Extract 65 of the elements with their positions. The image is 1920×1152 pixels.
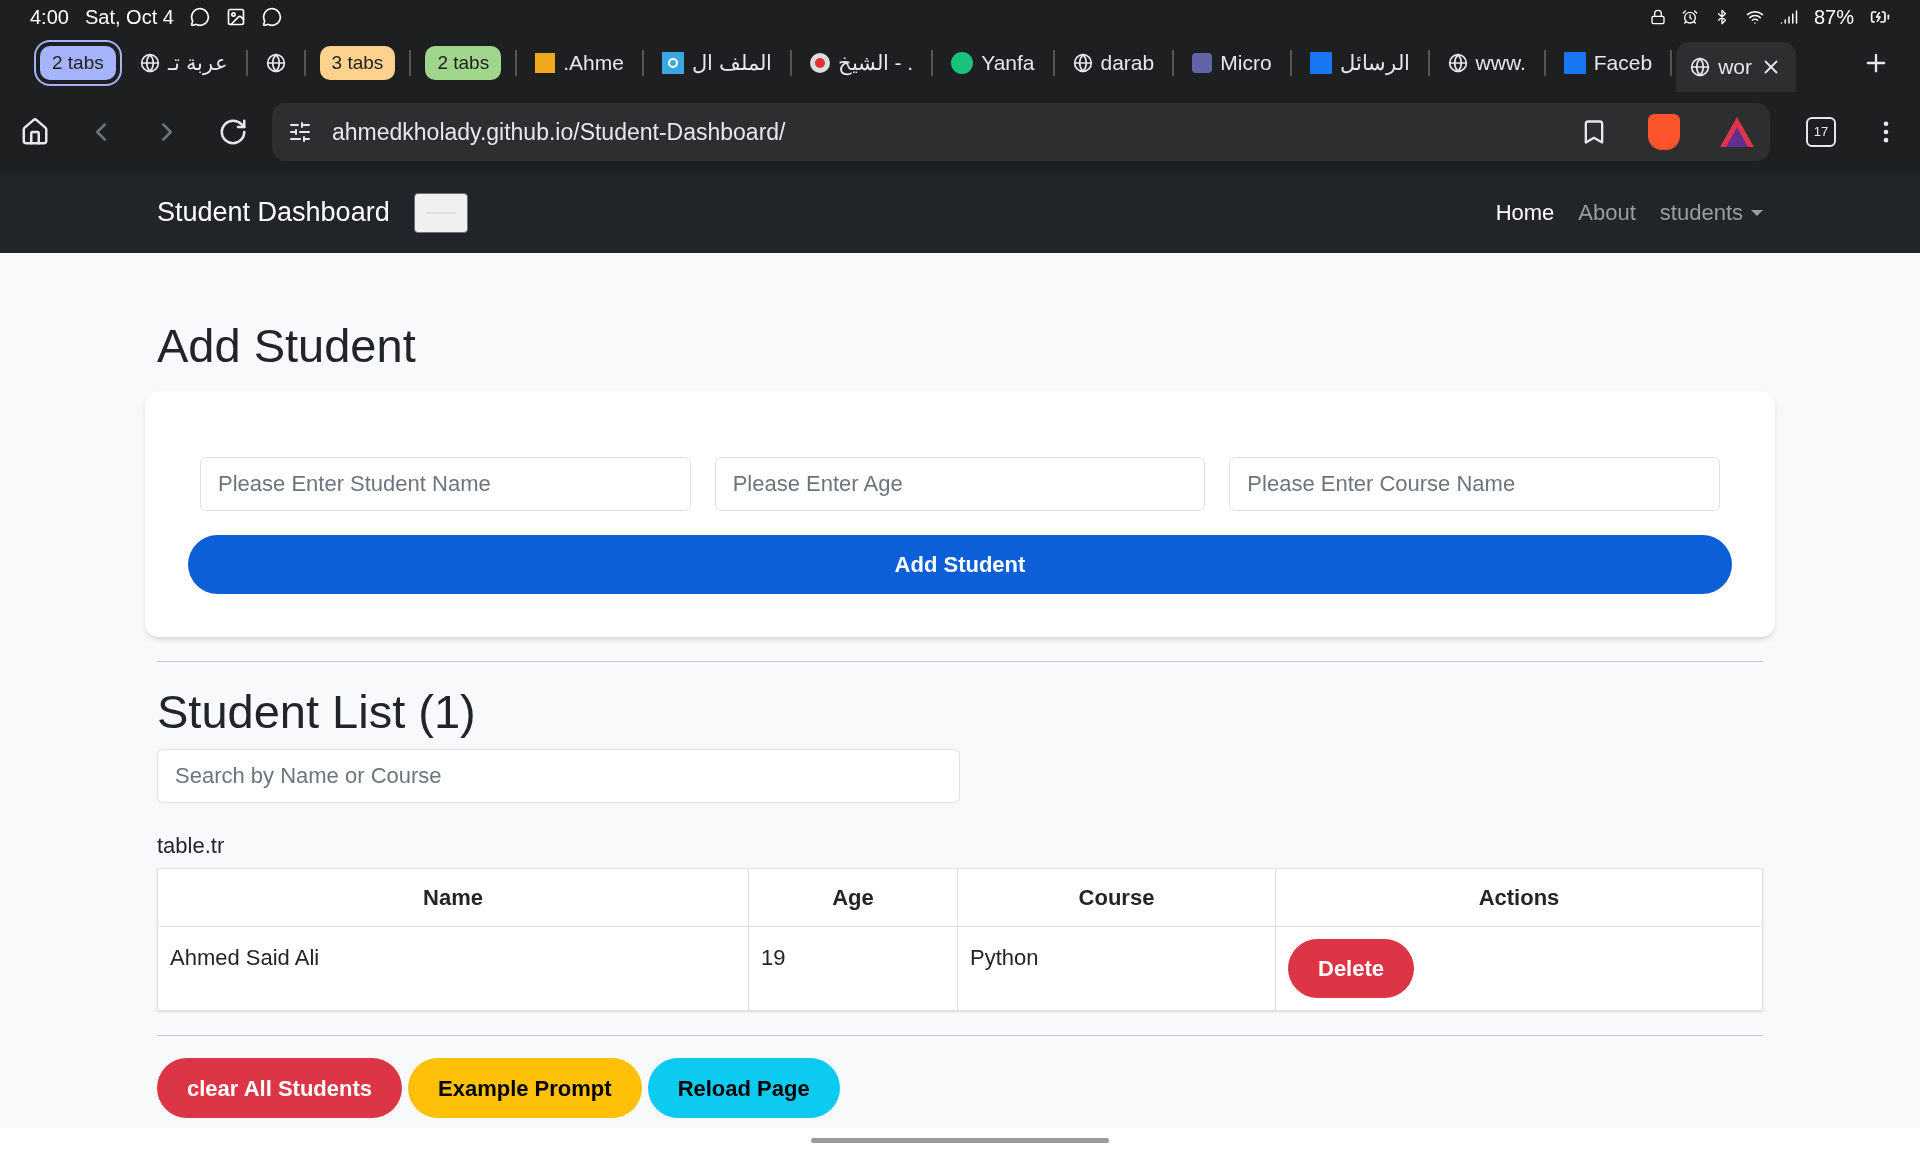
form-heading: Add Student: [157, 322, 417, 369]
lock-icon: [1649, 9, 1666, 25]
alarm-icon: [1681, 9, 1698, 25]
globe-icon: [265, 53, 286, 73]
add-student-button[interactable]: Add Student: [188, 535, 1732, 594]
action-button[interactable]: Example Prompt: [408, 1058, 642, 1118]
browser-tab[interactable]: wor: [1676, 42, 1796, 92]
table-cell: 19: [748, 926, 958, 1011]
signal-icon: [1779, 8, 1798, 26]
chat-icon: [189, 7, 210, 27]
brand-title[interactable]: Student Dashboard: [157, 192, 390, 233]
action-button[interactable]: Reload Page: [647, 1058, 840, 1118]
clock-time: 4:00: [30, 5, 69, 30]
wifi-icon: [1745, 8, 1764, 26]
globe-icon: [1072, 53, 1093, 73]
text-field[interactable]: Please Enter Student Name: [200, 457, 691, 511]
browser-tab[interactable]: Yanfa: [937, 38, 1049, 88]
column-header: Age: [748, 868, 958, 927]
home-icon[interactable]: [20, 117, 50, 147]
square-icon: [661, 52, 684, 74]
status-date: Sat, Oct 4: [84, 5, 174, 30]
square-icon: [1309, 52, 1332, 74]
browser-tab[interactable]: الملف ال: [647, 38, 786, 88]
tab-count[interactable]: 17: [1806, 117, 1836, 147]
browser-tab[interactable]: الرسائل: [1295, 38, 1424, 88]
delete-button[interactable]: Delete: [1288, 939, 1415, 998]
tab-group-chip[interactable]: 2 tabs: [425, 46, 502, 80]
site-settings-icon[interactable]: [288, 120, 312, 144]
triangle-icon[interactable]: [1720, 117, 1754, 147]
url-text: ahmedkholady.github.io/Student-Dashboard/: [332, 117, 787, 147]
nav-link[interactable]: Home: [1495, 196, 1555, 229]
globe-icon: [1447, 53, 1468, 73]
nav-link[interactable]: About: [1578, 196, 1636, 229]
text-field[interactable]: Please Enter Age: [714, 457, 1206, 511]
column-header: Course: [957, 868, 1276, 927]
globe-icon: [1690, 57, 1711, 77]
browser-tab[interactable]: .Ahme: [521, 38, 638, 88]
gesture-bar[interactable]: [811, 1137, 1109, 1143]
browser-tab[interactable]: darab: [1058, 38, 1169, 88]
tab-group-chip[interactable]: 3 tabs: [319, 46, 396, 80]
action-button[interactable]: clear All Students: [157, 1058, 402, 1118]
address-bar[interactable]: ahmedkholady.github.io/Student-Dashboard/: [272, 103, 1770, 161]
globe-icon: [139, 53, 160, 73]
reload-icon[interactable]: [218, 117, 248, 147]
browser-tab[interactable]: Faceb: [1549, 38, 1667, 88]
column-header: Name: [157, 868, 749, 927]
square-icon: [1563, 52, 1586, 74]
column-header: Actions: [1275, 868, 1763, 927]
browser-tab[interactable]: Micro: [1178, 38, 1286, 88]
browser-tab[interactable]: الشيخ - .: [795, 38, 928, 88]
image-icon: [225, 7, 246, 27]
caret-icon: [1751, 209, 1763, 216]
table-cell: Ahmed Said Ali: [157, 926, 749, 1011]
nav-link[interactable]: students: [1659, 196, 1763, 229]
browser-tab[interactable]: عربة تـ: [125, 38, 242, 88]
battery-level: 87%: [1813, 5, 1854, 30]
search-field[interactable]: Search by Name or Course: [157, 749, 960, 803]
table-caption: table.tr: [157, 832, 226, 860]
chat-icon: [261, 7, 282, 27]
people-icon: [1192, 53, 1213, 73]
text-field[interactable]: Please Enter Course Name: [1229, 457, 1720, 511]
table-cell: Python: [957, 926, 1276, 1011]
browser-tab[interactable]: www.: [1433, 38, 1540, 88]
menu-toggle-button[interactable]: [413, 192, 468, 233]
square-icon: [535, 53, 556, 73]
